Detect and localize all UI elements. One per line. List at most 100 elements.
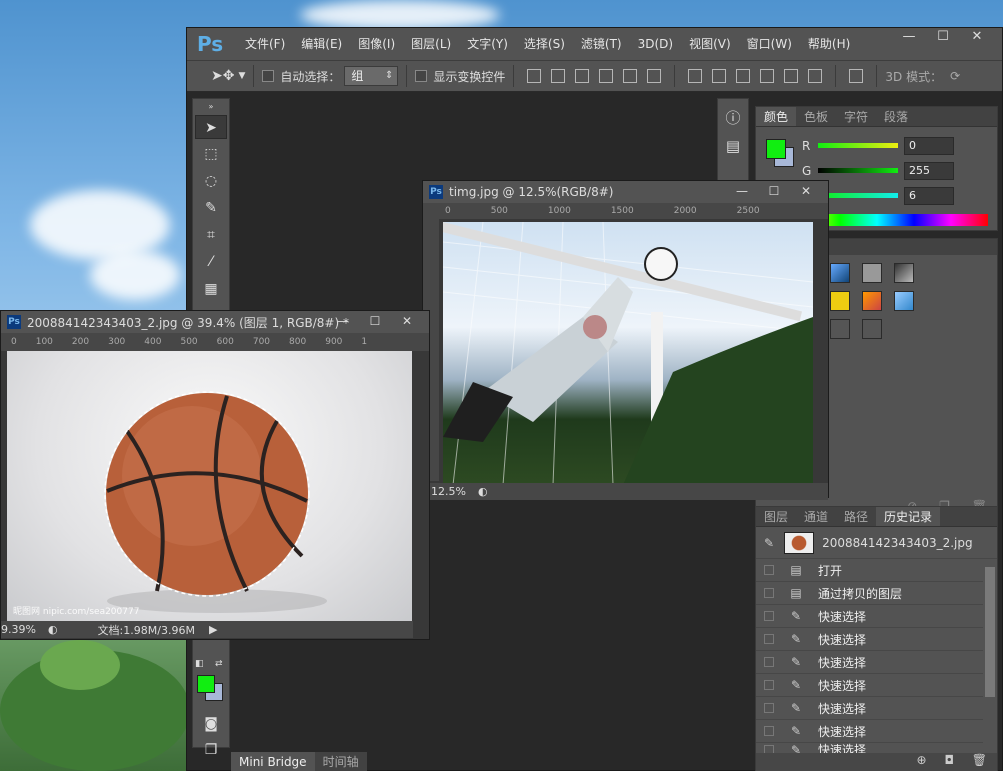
menu-filter[interactable]: 滤镜(T)	[573, 28, 630, 60]
maximize-button[interactable]: ☐	[758, 183, 790, 201]
history-item[interactable]: ✎ 快速选择	[756, 720, 983, 743]
auto-select-dropdown[interactable]: 组	[344, 66, 399, 86]
style-preset[interactable]	[862, 263, 882, 283]
screen-mode-icon[interactable]: ❐	[195, 738, 227, 762]
minimize-button[interactable]: —	[892, 28, 926, 48]
zoom-level[interactable]: 9.39%	[1, 623, 36, 636]
channel-g-value[interactable]: 255	[904, 161, 954, 180]
style-preset[interactable]	[862, 319, 882, 339]
history-scrollbar[interactable]	[985, 567, 995, 697]
menu-help[interactable]: 帮助(H)	[800, 28, 858, 60]
canvas-image-goalkeeper[interactable]	[443, 222, 813, 485]
show-transform-checkbox[interactable]	[415, 70, 428, 82]
history-item[interactable]: ✎ 快速选择	[756, 674, 983, 697]
foreground-color-swatch[interactable]	[197, 675, 215, 693]
history-item[interactable]: ✎ 快速选择	[756, 651, 983, 674]
history-brush-icon[interactable]: ✎	[764, 536, 774, 550]
minimize-button[interactable]: —	[327, 313, 359, 331]
history-snapshot-row[interactable]: ✎ 200884142343403_2.jpg	[756, 527, 997, 559]
chevron-right-icon[interactable]: ▶	[209, 623, 217, 636]
menu-edit[interactable]: 编辑(E)	[293, 28, 350, 60]
align-vcenter-icon[interactable]	[551, 69, 566, 83]
tab-timeline[interactable]: 时间轴	[315, 752, 367, 771]
quick-mask-icon[interactable]: ◙	[195, 712, 227, 736]
distribute-top-icon[interactable]	[688, 69, 703, 83]
style-preset[interactable]	[830, 263, 850, 283]
maximize-button[interactable]: ☐	[359, 313, 391, 331]
channel-r-slider[interactable]	[818, 143, 898, 148]
distribute-vcenter-icon[interactable]	[712, 69, 727, 83]
maximize-button[interactable]: ☐	[926, 28, 960, 48]
distribute-bottom-icon[interactable]	[736, 69, 751, 83]
document-title-bar[interactable]: Ps 200884142343403_2.jpg @ 39.4% (图层 1, …	[1, 311, 429, 333]
menu-type[interactable]: 文字(Y)	[459, 28, 516, 60]
move-tool-icon[interactable]: ➤✥	[211, 68, 234, 84]
align-left-icon[interactable]	[599, 69, 614, 83]
chevron-down-icon[interactable]: ▼	[238, 71, 245, 81]
align-hcenter-icon[interactable]	[623, 69, 638, 83]
minimize-button[interactable]: —	[726, 183, 758, 201]
color-picker[interactable]: ◧ ⇄	[195, 659, 227, 701]
align-right-icon[interactable]	[647, 69, 662, 83]
3d-rotate-icon[interactable]: ⟳	[950, 69, 960, 83]
menu-select[interactable]: 选择(S)	[516, 28, 573, 60]
status-icon[interactable]: ◐	[48, 623, 58, 636]
auto-align-icon[interactable]	[849, 69, 864, 83]
tab-color[interactable]: 颜色	[756, 107, 797, 126]
document-window-timg[interactable]: Ps timg.jpg @ 12.5%(RGB/8#) — ☐ ✕ 0 500 …	[422, 180, 829, 500]
history-item[interactable]: ✎ 快速选择	[756, 605, 983, 628]
status-icon[interactable]: ◐	[478, 485, 488, 498]
info-icon[interactable]: ⓘ	[721, 107, 745, 129]
default-colors-icon[interactable]: ◧	[195, 659, 204, 669]
style-preset[interactable]	[830, 319, 850, 339]
delete-icon[interactable]: 🗑	[972, 753, 987, 767]
history-item[interactable]: ▤ 通过拷贝的图层	[756, 582, 983, 605]
auto-select-checkbox[interactable]	[262, 70, 275, 82]
close-button[interactable]: ✕	[960, 28, 994, 48]
close-button[interactable]: ✕	[790, 183, 822, 201]
distribute-left-icon[interactable]	[760, 69, 775, 83]
style-preset[interactable]	[894, 291, 914, 311]
tab-layers[interactable]: 图层	[756, 507, 796, 526]
marquee-tool-icon[interactable]: ⬚	[195, 142, 227, 166]
quick-selection-tool-icon[interactable]: ✎	[195, 196, 227, 220]
menu-layer[interactable]: 图层(L)	[403, 28, 459, 60]
menu-image[interactable]: 图像(I)	[350, 28, 403, 60]
tab-channels[interactable]: 通道	[796, 507, 836, 526]
tab-paths[interactable]: 路径	[836, 507, 876, 526]
camera-icon[interactable]: ◘	[944, 753, 954, 767]
canvas-image-basketball[interactable]: 昵图网 nipic.com/sea200777	[7, 351, 412, 621]
tab-history[interactable]: 历史记录	[876, 507, 941, 526]
document-window-basketball[interactable]: Ps 200884142343403_2.jpg @ 39.4% (图层 1, …	[0, 310, 430, 640]
style-preset[interactable]	[862, 291, 882, 311]
channel-b-value[interactable]: 6	[904, 186, 954, 205]
align-top-icon[interactable]	[527, 69, 542, 83]
channel-g-slider[interactable]	[818, 168, 898, 173]
history-item[interactable]: ▤ 打开	[756, 559, 983, 582]
healing-tool-icon[interactable]: ▦	[195, 277, 227, 301]
tab-swatches[interactable]: 色板	[796, 107, 836, 126]
menu-view[interactable]: 视图(V)	[681, 28, 739, 60]
collapse-icon[interactable]: »	[195, 102, 227, 112]
style-preset[interactable]	[830, 291, 850, 311]
channel-r-value[interactable]: 0	[904, 136, 954, 155]
menu-file[interactable]: 文件(F)	[237, 28, 293, 60]
new-document-icon[interactable]: ⊕	[917, 753, 927, 767]
history-item[interactable]: ✎ 快速选择	[756, 697, 983, 720]
style-preset[interactable]	[894, 263, 914, 283]
history-item[interactable]: ✎ 快速选择	[756, 628, 983, 651]
channel-b-slider[interactable]	[818, 193, 898, 198]
lasso-tool-icon[interactable]: ◌	[195, 169, 227, 193]
align-bottom-icon[interactable]	[575, 69, 590, 83]
crop-tool-icon[interactable]: ⌗	[195, 223, 227, 247]
swap-colors-icon[interactable]: ⇄	[215, 659, 223, 669]
menu-3d[interactable]: 3D(D)	[630, 28, 681, 60]
eyedropper-tool-icon[interactable]: ⁄	[195, 250, 227, 274]
zoom-level[interactable]: 12.5%	[431, 485, 466, 498]
document-title-bar[interactable]: Ps timg.jpg @ 12.5%(RGB/8#) — ☐ ✕	[423, 181, 828, 203]
close-button[interactable]: ✕	[391, 313, 423, 331]
tab-paragraph[interactable]: 段落	[876, 107, 916, 126]
tab-mini-bridge[interactable]: Mini Bridge	[231, 752, 315, 771]
distribute-hcenter-icon[interactable]	[784, 69, 799, 83]
menu-window[interactable]: 窗口(W)	[739, 28, 800, 60]
